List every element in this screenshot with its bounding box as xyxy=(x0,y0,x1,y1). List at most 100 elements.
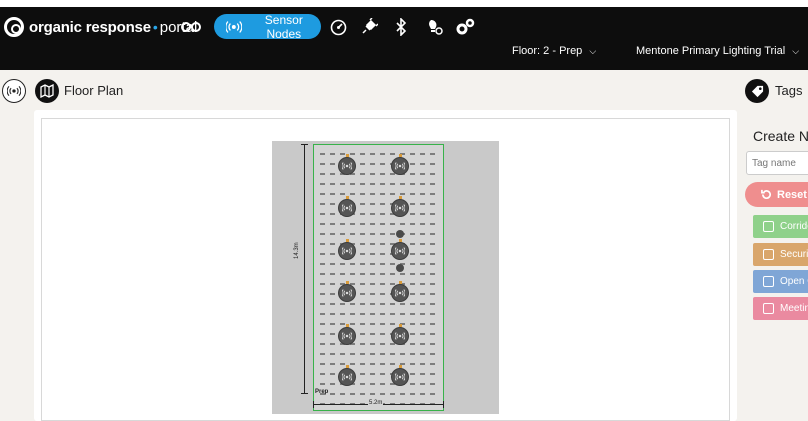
sensor-node[interactable] xyxy=(391,196,409,217)
desk-seat xyxy=(410,233,415,235)
gauge-icon[interactable] xyxy=(328,17,348,37)
desk-seat xyxy=(360,243,365,245)
sensor-node-small[interactable] xyxy=(396,230,404,238)
desk-seat xyxy=(370,183,375,185)
desk-seat xyxy=(370,163,375,165)
room-outline[interactable] xyxy=(313,144,444,411)
tag-checkbox[interactable] xyxy=(763,249,774,260)
desk-seat xyxy=(420,383,425,385)
light-settings-icon[interactable] xyxy=(424,17,444,37)
tag-checkbox[interactable] xyxy=(763,303,774,314)
desk-seat xyxy=(390,303,395,305)
desk-seat xyxy=(370,393,375,395)
desk-seat xyxy=(380,233,385,235)
desk-seat xyxy=(320,233,325,235)
tag-icon[interactable] xyxy=(745,79,769,103)
desk-seat xyxy=(400,303,405,305)
desk-seat xyxy=(350,353,355,355)
sensor-node[interactable] xyxy=(391,154,409,175)
desk-seat xyxy=(370,373,375,375)
desk-seat xyxy=(430,243,435,245)
desk-seat xyxy=(410,393,415,395)
desk-seat xyxy=(350,323,355,325)
sensor-node[interactable] xyxy=(338,281,356,302)
desk-seat xyxy=(370,303,375,305)
horizontal-dimension-label: 5.2m xyxy=(368,400,384,406)
sensor-nodes-button[interactable]: Sensor Nodes xyxy=(214,13,321,41)
desk-seat xyxy=(420,283,425,285)
desk-seat xyxy=(380,183,385,185)
desk-seat xyxy=(360,293,365,295)
sensor-node[interactable] xyxy=(338,154,356,175)
tags-title: Tags xyxy=(775,83,803,98)
desk-seat xyxy=(430,223,435,225)
node-marker xyxy=(399,196,402,199)
desk-seat xyxy=(360,303,365,305)
sensor-node[interactable] xyxy=(338,239,356,260)
desk-seat xyxy=(390,183,395,185)
desk-seat xyxy=(370,293,375,295)
sensor-node[interactable] xyxy=(338,324,356,345)
desk-seat xyxy=(370,343,375,345)
desk-seat xyxy=(380,163,385,165)
desk-seat xyxy=(340,353,345,355)
tag-chip-corridor[interactable]: Corridor xyxy=(753,215,808,238)
desk-seat xyxy=(430,163,435,165)
vertical-dimension-label: 14.3m xyxy=(294,242,300,259)
sensor-node[interactable] xyxy=(391,365,409,386)
desk-seat xyxy=(410,203,415,205)
desk-seat xyxy=(430,353,435,355)
floor-dropdown[interactable]: Floor: 2 - Prep ⌵ xyxy=(512,45,596,57)
tag-checkbox[interactable] xyxy=(763,276,774,287)
sensor-node-small[interactable] xyxy=(396,264,404,272)
bluetooth-icon[interactable] xyxy=(391,17,411,37)
desk-seat xyxy=(320,243,325,245)
desk-seat xyxy=(320,363,325,365)
desk-seat xyxy=(350,303,355,305)
sensor-node[interactable] xyxy=(391,281,409,302)
sensor-node[interactable] xyxy=(338,196,356,217)
logo[interactable]: organic response • portal xyxy=(4,15,197,39)
desk-seat xyxy=(370,283,375,285)
desk-seat xyxy=(340,273,345,275)
project-dropdown[interactable]: Mentone Primary Lighting Trial ⌵ xyxy=(636,45,799,57)
desk-seat xyxy=(400,393,405,395)
desk-seat xyxy=(430,273,435,275)
glasses-icon[interactable] xyxy=(181,17,201,37)
desk-seat xyxy=(330,263,335,265)
desk-seat xyxy=(380,373,385,375)
plug-icon[interactable] xyxy=(359,17,379,37)
tag-name-input[interactable] xyxy=(746,151,808,175)
desk-seat xyxy=(430,283,435,285)
desk-seat xyxy=(410,343,415,345)
sensor-toggle-icon[interactable] xyxy=(2,79,26,103)
desk-seat xyxy=(330,253,335,255)
desk-seat xyxy=(360,363,365,365)
sensor-node[interactable] xyxy=(391,324,409,345)
desk-seat xyxy=(360,253,365,255)
desk-seat xyxy=(360,383,365,385)
desk-seat xyxy=(320,323,325,325)
desk-seat xyxy=(340,313,345,315)
cogs-icon[interactable] xyxy=(455,17,475,37)
desk-seat xyxy=(350,153,355,155)
tag-chip-security[interactable]: Security xyxy=(753,243,808,266)
desk-seat xyxy=(420,183,425,185)
tag-checkbox[interactable] xyxy=(763,221,774,232)
sensor-node[interactable] xyxy=(338,365,356,386)
reset-button[interactable]: Reset xyxy=(745,182,808,207)
desk-seat xyxy=(390,323,395,325)
desk-seat xyxy=(330,153,335,155)
tag-chip-meeting[interactable]: Meeting xyxy=(753,297,808,320)
desk-seat xyxy=(330,373,335,375)
sensor-node[interactable] xyxy=(391,239,409,260)
tag-chip-open-office[interactable]: Open Office xyxy=(753,270,808,293)
desk-seat xyxy=(360,263,365,265)
desk-seat xyxy=(360,173,365,175)
navbar: organic response • portal Sensor Nodes F… xyxy=(0,7,808,70)
desk-seat xyxy=(320,193,325,195)
desk-seat xyxy=(370,333,375,335)
desk-seat xyxy=(320,383,325,385)
desk-seat xyxy=(340,263,345,265)
floor-plan-image[interactable]: 14.3m 5.2m Prep xyxy=(272,141,499,414)
